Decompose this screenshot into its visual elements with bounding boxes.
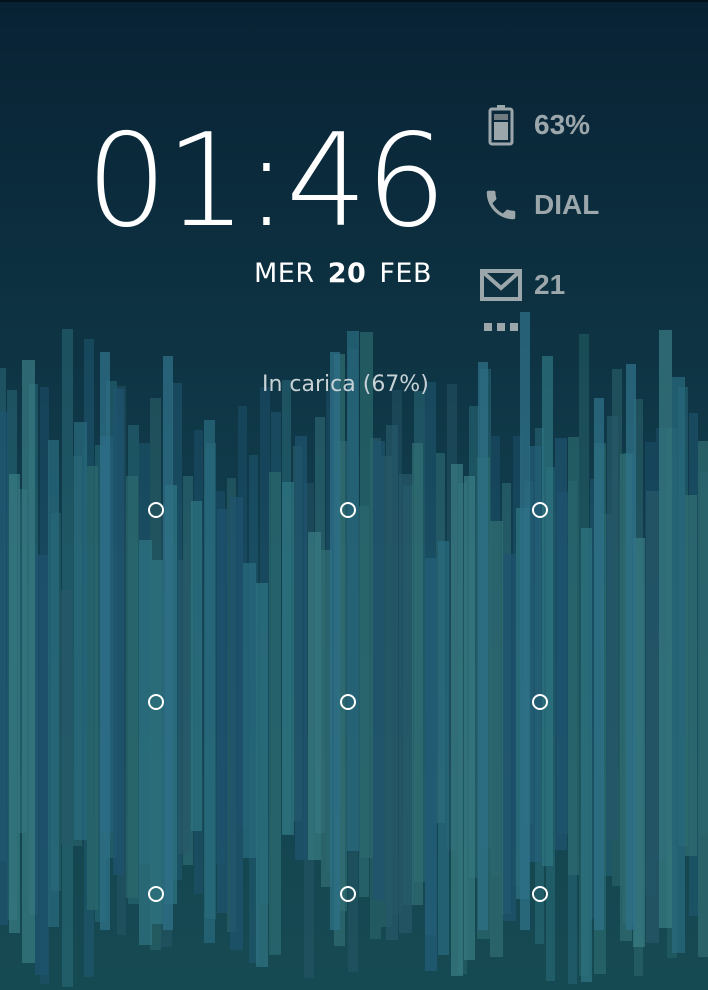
lock-screen: 01:46 MER 20 FEB 63% DIAL 21 In carica (… — [0, 0, 708, 990]
pattern-dot-4[interactable] — [148, 694, 164, 710]
wallpaper-bar — [347, 331, 359, 851]
wallpaper-bar — [373, 441, 385, 900]
wallpaper-bar — [360, 332, 373, 858]
wallpaper-bar — [87, 466, 98, 910]
pattern-dot-1[interactable] — [148, 502, 164, 518]
dial-widget[interactable]: DIAL — [480, 184, 599, 226]
wallpaper-bar — [308, 532, 321, 860]
wallpaper-bar — [386, 425, 398, 940]
wallpaper-bar — [503, 554, 516, 921]
wallpaper-bar — [163, 356, 173, 930]
wallpaper-bar — [230, 497, 243, 950]
more-dots-icon[interactable] — [484, 323, 518, 331]
wallpaper-bar — [451, 464, 463, 976]
wallpaper-bar — [269, 472, 281, 955]
clock-time: 01:46 — [86, 107, 447, 256]
date-display: MER 20 FEB — [200, 258, 432, 289]
pattern-dot-7[interactable] — [148, 886, 164, 902]
wallpaper-bar — [191, 501, 202, 831]
gmail-icon — [480, 264, 522, 306]
wallpaper-bar — [126, 476, 138, 898]
wallpaper-bar — [330, 352, 340, 930]
wallpaper-bar — [178, 560, 189, 854]
wallpaper-bar — [282, 482, 294, 835]
wallpaper-bar — [490, 521, 503, 957]
more-dot — [497, 323, 505, 331]
wallpaper-bar — [438, 541, 449, 955]
pattern-dot-5[interactable] — [340, 694, 356, 710]
wallpaper-bar — [61, 590, 72, 844]
pattern-dot-8[interactable] — [340, 886, 356, 902]
wallpaper-bar — [256, 583, 268, 967]
date-day: 20 — [327, 258, 367, 289]
wallpaper-bar — [698, 441, 708, 957]
date-weekday: MER — [253, 258, 315, 289]
pattern-dot-2[interactable] — [340, 502, 356, 518]
wallpaper-bar — [399, 474, 412, 933]
wallpaper-bar — [100, 352, 110, 930]
unread-mail-count: 21 — [534, 269, 566, 300]
wallpaper-bar — [295, 436, 307, 860]
more-dot — [484, 323, 492, 331]
wallpaper-bar — [217, 509, 228, 913]
phone-icon — [480, 184, 522, 226]
more-dot — [510, 323, 518, 331]
pattern-dot-9[interactable] — [532, 886, 548, 902]
wallpaper-bar — [425, 558, 437, 971]
wallpaper-bar — [672, 377, 685, 953]
pattern-dot-3[interactable] — [532, 502, 548, 518]
wallpaper-bar — [659, 330, 672, 928]
wallpaper-bar — [113, 389, 124, 875]
wallpaper-bar — [464, 476, 475, 960]
charging-status: In carica (67%) — [262, 372, 429, 397]
gmail-widget[interactable]: 21 — [480, 264, 565, 306]
battery-widget[interactable]: 63% — [480, 104, 590, 146]
wallpaper-bar — [204, 420, 215, 943]
wallpaper-bar — [139, 540, 152, 945]
wallpaper-bar — [9, 474, 20, 933]
wallpaper-bar — [542, 356, 553, 866]
battery-level: 63% — [534, 109, 591, 140]
wallpaper-bar — [22, 360, 35, 963]
wallpaper-bar — [581, 528, 592, 982]
wallpaper-bar — [685, 495, 697, 856]
wallpaper-bar — [152, 560, 163, 924]
wallpaper-bar — [48, 440, 59, 927]
wallpaper-bar — [520, 312, 530, 930]
wallpaper-bar — [607, 416, 618, 841]
date-month: FEB — [379, 258, 432, 289]
wallpaper-bar — [555, 438, 567, 850]
wallpaper-bar — [74, 422, 87, 840]
wallpaper-bar — [646, 491, 659, 943]
wallpaper-bar — [626, 364, 636, 930]
wallpaper-bar — [568, 437, 579, 875]
pattern-dot-6[interactable] — [532, 694, 548, 710]
wallpaper-bar — [412, 443, 423, 905]
wallpaper-bar — [35, 555, 48, 975]
wallpaper-bar — [0, 412, 8, 925]
wallpaper-bar — [478, 362, 488, 930]
wallpaper-bar — [243, 563, 256, 858]
wallpaper-bar — [594, 398, 604, 930]
dial-label: DIAL — [534, 189, 600, 220]
battery-icon — [480, 104, 522, 146]
